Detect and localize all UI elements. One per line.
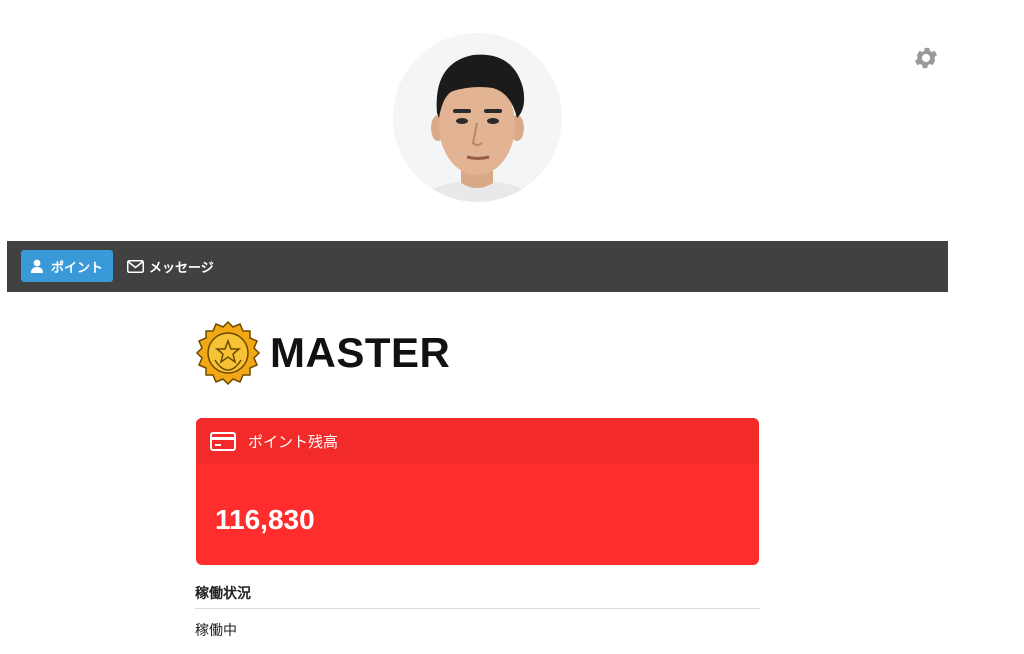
user-icon [31,259,43,273]
message-tab-button[interactable]: メッセージ [127,250,214,282]
points-balance-value: 116,830 [215,504,315,535]
avatar [393,33,562,202]
rank-title: MASTER [270,329,451,376]
divider [195,608,760,609]
status-value: 稼働中 [195,623,237,639]
gear-icon[interactable] [912,44,940,72]
card-header-label: ポイント残高 [248,432,339,451]
nav-bar: ポイント メッセージ [7,241,948,292]
profile-page: ポイント メッセージ MASTER ポイント残高 116,830 稼働状況 稼働… [0,0,1024,654]
message-tab-label: メッセージ [149,260,214,276]
card-header: ポイント残高 [196,418,759,464]
points-balance-card: ポイント残高 116,830 [196,418,759,565]
points-tab-button[interactable]: ポイント [21,250,113,282]
rank-display: MASTER [195,320,450,386]
gold-medal-star-icon [195,320,261,386]
envelope-icon [127,259,144,273]
points-tab-label: ポイント [51,260,104,276]
status-label: 稼働状況 [195,586,251,602]
credit-card-icon [210,431,236,451]
